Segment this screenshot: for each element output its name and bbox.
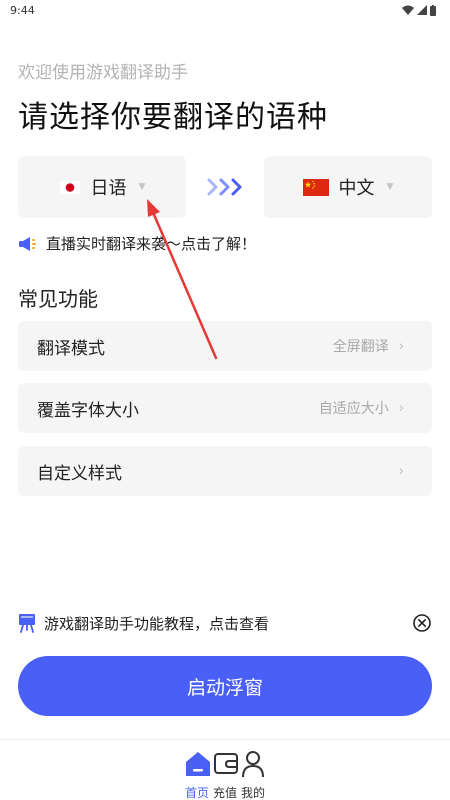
section-title: 常见功能	[18, 287, 98, 311]
source-language-selector[interactable]: 日语 ▼	[18, 156, 186, 218]
row-label: 翻译模式	[37, 338, 105, 359]
font-size-row[interactable]: 覆盖字体大小 自适应大小 ›	[18, 383, 432, 433]
chevron-right-icon: ›	[398, 338, 404, 354]
wallet-icon[interactable]	[213, 750, 239, 776]
home-icon[interactable]	[184, 750, 212, 778]
chevron-right-icon: ›	[398, 463, 404, 479]
translation-mode-row[interactable]: 翻译模式 全屏翻译 ›	[18, 321, 432, 371]
battery-icon	[430, 4, 436, 16]
status-icons	[402, 4, 436, 16]
target-language-selector[interactable]: 中文 ▼	[264, 156, 432, 218]
page-title: 请选择你要翻译的语种	[18, 100, 328, 135]
megaphone-icon	[19, 236, 36, 251]
start-floating-window-button[interactable]: 启动浮窗	[18, 656, 432, 716]
row-value: 全屏翻译	[332, 339, 389, 355]
tutorial-board-icon	[19, 614, 35, 633]
row-label: 自定义样式	[37, 463, 122, 484]
bottom-nav: 首页 充值 我的	[0, 739, 450, 800]
nav-recharge-label[interactable]: 充值	[213, 784, 237, 800]
close-icon[interactable]	[412, 613, 432, 633]
row-label: 覆盖字体大小	[37, 400, 139, 421]
nav-home-label[interactable]: 首页	[185, 784, 209, 800]
tutorial-banner: 游戏翻译助手功能教程，点击查看	[18, 610, 432, 636]
japan-flag-icon	[58, 179, 81, 195]
nav-profile-label[interactable]: 我的	[241, 784, 265, 800]
direction-arrows-icon	[207, 178, 242, 196]
china-flag-icon	[302, 178, 329, 196]
status-time: 9:44	[10, 3, 35, 17]
profile-icon[interactable]	[241, 750, 265, 778]
tutorial-text: 游戏翻译助手功能教程，点击查看	[44, 614, 270, 633]
target-language-name: 中文	[338, 178, 375, 199]
tutorial-link[interactable]: 游戏翻译助手功能教程，点击查看	[18, 613, 269, 634]
status-bar: 9:44	[0, 0, 450, 20]
custom-style-row[interactable]: 自定义样式 ›	[18, 446, 432, 496]
chevron-right-icon: ›	[398, 400, 404, 416]
row-value: 自适应大小	[318, 401, 389, 417]
signal-icon	[417, 5, 427, 15]
chevron-down-icon: ▼	[138, 182, 146, 192]
source-language-name: 日语	[90, 178, 127, 199]
welcome-text: 欢迎使用游戏翻译助手	[18, 63, 188, 83]
chevron-down-icon: ▼	[386, 182, 394, 192]
live-translation-promo[interactable]: 直播实时翻译来袭～点击了解！	[18, 233, 256, 254]
wifi-icon	[402, 5, 414, 15]
promo-text: 直播实时翻译来袭～点击了解！	[46, 235, 257, 253]
